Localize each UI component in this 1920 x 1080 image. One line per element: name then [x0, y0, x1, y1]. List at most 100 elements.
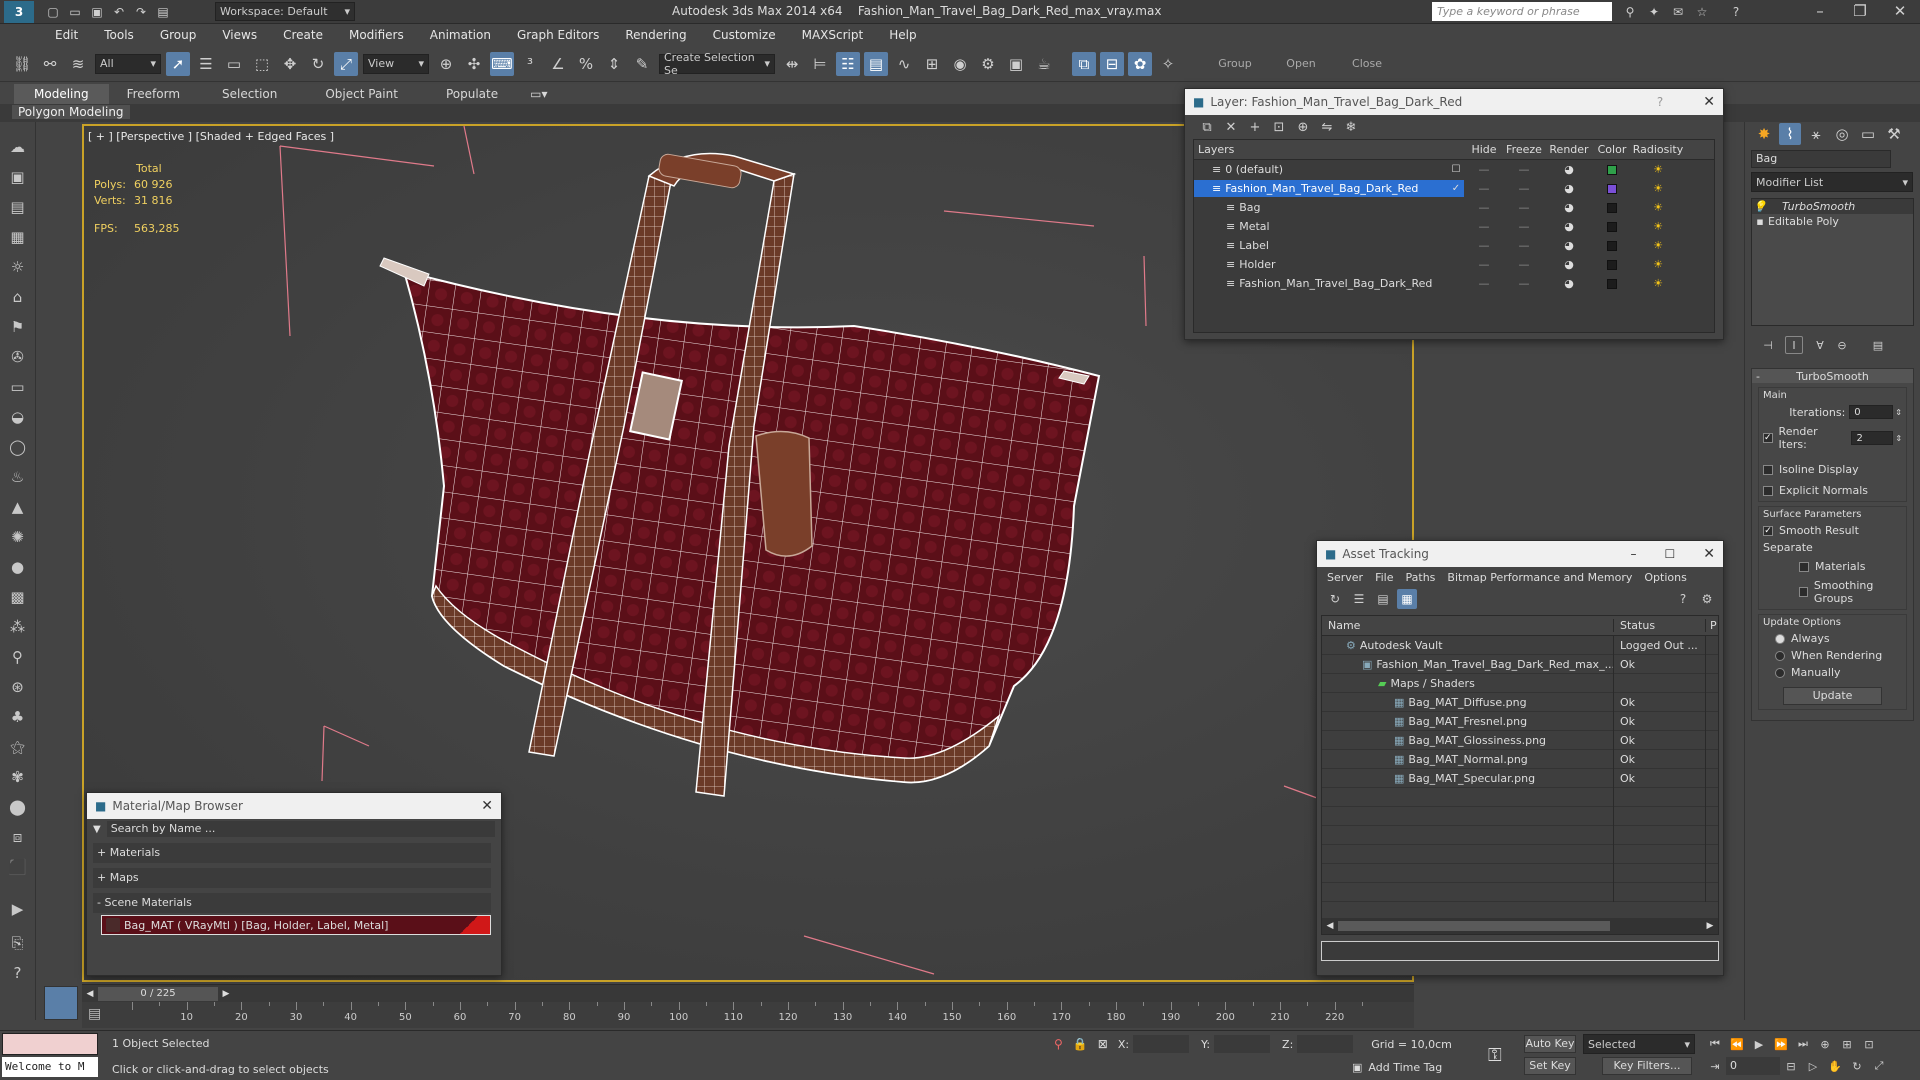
render-iters-checkbox[interactable]: ✓: [1763, 433, 1773, 443]
freeze-toggle[interactable]: —: [1504, 239, 1544, 252]
asset-menu-options[interactable]: Options: [1638, 571, 1692, 584]
zoom-all-icon[interactable]: ⊞: [1838, 1035, 1856, 1053]
tab-object-paint[interactable]: Object Paint: [301, 84, 422, 104]
maxscript-listener[interactable]: [2, 1033, 98, 1055]
manually-radio[interactable]: [1775, 667, 1785, 678]
isoline-checkbox[interactable]: [1763, 464, 1773, 475]
camera-icon[interactable]: ⌂: [5, 284, 31, 310]
render-teapot-icon[interactable]: ◕: [1544, 258, 1594, 271]
refresh-icon[interactable]: ↻: [1325, 589, 1345, 609]
favorites-icon[interactable]: ☆: [1692, 2, 1712, 22]
col-render[interactable]: Render: [1544, 143, 1594, 156]
hair-icon[interactable]: ⚝: [5, 734, 31, 760]
hide-toggle[interactable]: —: [1464, 277, 1504, 290]
hide-toggle[interactable]: —: [1464, 258, 1504, 271]
app-logo-icon[interactable]: 3: [4, 1, 34, 23]
container-icon[interactable]: ☁: [5, 134, 31, 160]
named-selection-dropdown[interactable]: Create Selection Se ▾: [659, 51, 775, 77]
col-path[interactable]: P: [1706, 619, 1717, 632]
teapot-icon[interactable]: ♨: [5, 464, 31, 490]
shell-icon[interactable]: ✾: [5, 764, 31, 790]
asset-menu-paths[interactable]: Paths: [1400, 571, 1442, 584]
layer-row[interactable]: ≡ Fashion_Man_Travel_Bag_Dark_Red — — ◕ ☀: [1194, 274, 1714, 293]
scene-explorer-icon[interactable]: ▣: [5, 164, 31, 190]
workspace-dropdown[interactable]: Workspace: Default ▾: [215, 2, 355, 21]
current-frame-field[interactable]: 0: [1726, 1057, 1780, 1075]
col-layers[interactable]: Layers: [1194, 143, 1464, 156]
prev-frame-icon[interactable]: ◀: [82, 989, 98, 999]
wand-icon[interactable]: ✧: [1156, 52, 1180, 76]
asset-row[interactable]: ⚙ Autodesk Vault Logged Out ...: [1322, 635, 1718, 655]
col-name[interactable]: Name: [1322, 619, 1614, 632]
hierarchy-tab-icon[interactable]: ⚹: [1805, 123, 1827, 145]
color-clipboard-icon[interactable]: ✿: [1128, 51, 1152, 76]
absolute-mode-icon[interactable]: ⊠: [1098, 1037, 1108, 1051]
play-icon[interactable]: ▶: [1750, 1035, 1768, 1053]
pivot-center-icon[interactable]: ⊕: [434, 52, 458, 76]
fov-icon[interactable]: ▷: [1804, 1057, 1822, 1075]
mini-listener-icon[interactable]: ⎘: [5, 930, 31, 956]
close-group-button[interactable]: Close: [1342, 57, 1392, 70]
radiosity-icon[interactable]: ☀: [1630, 258, 1686, 271]
percent-snap-icon[interactable]: %: [574, 52, 598, 76]
tab-populate[interactable]: Populate: [422, 84, 522, 104]
ref-coord-dropdown[interactable]: View ▾: [363, 53, 429, 74]
filter-icon[interactable]: ▼: [93, 824, 101, 835]
menu-create[interactable]: Create: [270, 24, 336, 46]
curve-editor-icon[interactable]: ∿: [892, 52, 916, 76]
maximize-icon[interactable]: ☐: [1665, 547, 1676, 561]
scroll-right-icon[interactable]: ▶: [1702, 921, 1718, 931]
y-field[interactable]: [1214, 1035, 1271, 1053]
hide-toggle[interactable]: —: [1464, 239, 1504, 252]
tab-selection[interactable]: Selection: [198, 84, 301, 104]
expand-box-icon[interactable]: ▪: [1752, 215, 1768, 228]
menu-customize[interactable]: Customize: [700, 24, 789, 46]
hide-toggle[interactable]: —: [1464, 220, 1504, 233]
remove-modifier-icon[interactable]: ⊖: [1833, 336, 1851, 354]
menu-animation[interactable]: Animation: [417, 24, 504, 46]
plant-icon[interactable]: ♣: [5, 704, 31, 730]
geosphere-icon[interactable]: ●: [5, 554, 31, 580]
show-end-result-icon[interactable]: I: [1785, 336, 1803, 354]
add-to-layer-icon[interactable]: +: [1245, 117, 1265, 137]
layer-name[interactable]: ≡ 0 (default): [1194, 161, 1464, 178]
redo-icon[interactable]: ↷: [132, 3, 150, 21]
keyboard-shortcut-icon[interactable]: ⌨: [490, 51, 514, 76]
material-search-input[interactable]: Search by Name ...: [106, 821, 495, 837]
layer-color-cell[interactable]: [1594, 221, 1630, 232]
freeze-toggle[interactable]: —: [1504, 258, 1544, 271]
ribbon-options-icon[interactable]: ▭▾: [522, 84, 555, 104]
asset-path-field[interactable]: [1321, 941, 1719, 961]
menu-graph-editors[interactable]: Graph Editors: [504, 24, 612, 46]
undo-icon[interactable]: ↶: [110, 3, 128, 21]
schematic-view-icon[interactable]: ⊞: [920, 52, 944, 76]
tab-freeform[interactable]: Freeform: [109, 84, 198, 104]
select-object-icon[interactable]: ➚: [166, 51, 190, 76]
select-in-layer-icon[interactable]: ⊡: [1269, 117, 1289, 137]
open-file-icon[interactable]: ▭: [66, 3, 84, 21]
add-time-tag-label[interactable]: Add Time Tag: [1368, 1061, 1442, 1074]
help-icon[interactable]: ?: [1726, 2, 1746, 22]
layer-color-cell[interactable]: [1594, 240, 1630, 251]
update-button[interactable]: Update: [1783, 687, 1882, 705]
project-folder-icon[interactable]: ▤: [154, 3, 172, 21]
sun-icon[interactable]: ✺: [5, 524, 31, 550]
go-start-icon[interactable]: ⏮: [1706, 1035, 1724, 1053]
hide-all-icon[interactable]: ⇋: [1317, 117, 1337, 137]
radiosity-icon[interactable]: ☀: [1630, 239, 1686, 252]
modifier-list-dropdown[interactable]: Modifier List ▾: [1751, 172, 1913, 192]
time-config-icon[interactable]: ⊟: [1782, 1057, 1800, 1075]
binoculars-icon[interactable]: ⚲: [1620, 2, 1640, 22]
systems-icon[interactable]: ▭: [5, 374, 31, 400]
asset-row[interactable]: ▣ Fashion_Man_Travel_Bag_Dark_Red_max_...…: [1322, 654, 1718, 674]
scene-material-item[interactable]: Bag_MAT ( VRayMtl ) [Bag, Holder, Label,…: [101, 915, 491, 935]
thumbnail-view-icon[interactable]: ▤: [1373, 589, 1393, 609]
asset-help-icon[interactable]: ?: [1673, 589, 1693, 609]
go-end-icon[interactable]: ⏭: [1794, 1035, 1812, 1053]
open-group-button[interactable]: Open: [1276, 57, 1326, 70]
layer-name[interactable]: ≡ Bag: [1194, 199, 1464, 216]
hide-toggle[interactable]: —: [1464, 182, 1504, 195]
col-radiosity[interactable]: Radiosity: [1630, 143, 1686, 156]
render-teapot-icon[interactable]: ◕: [1544, 201, 1594, 214]
menu-group[interactable]: Group: [147, 24, 210, 46]
